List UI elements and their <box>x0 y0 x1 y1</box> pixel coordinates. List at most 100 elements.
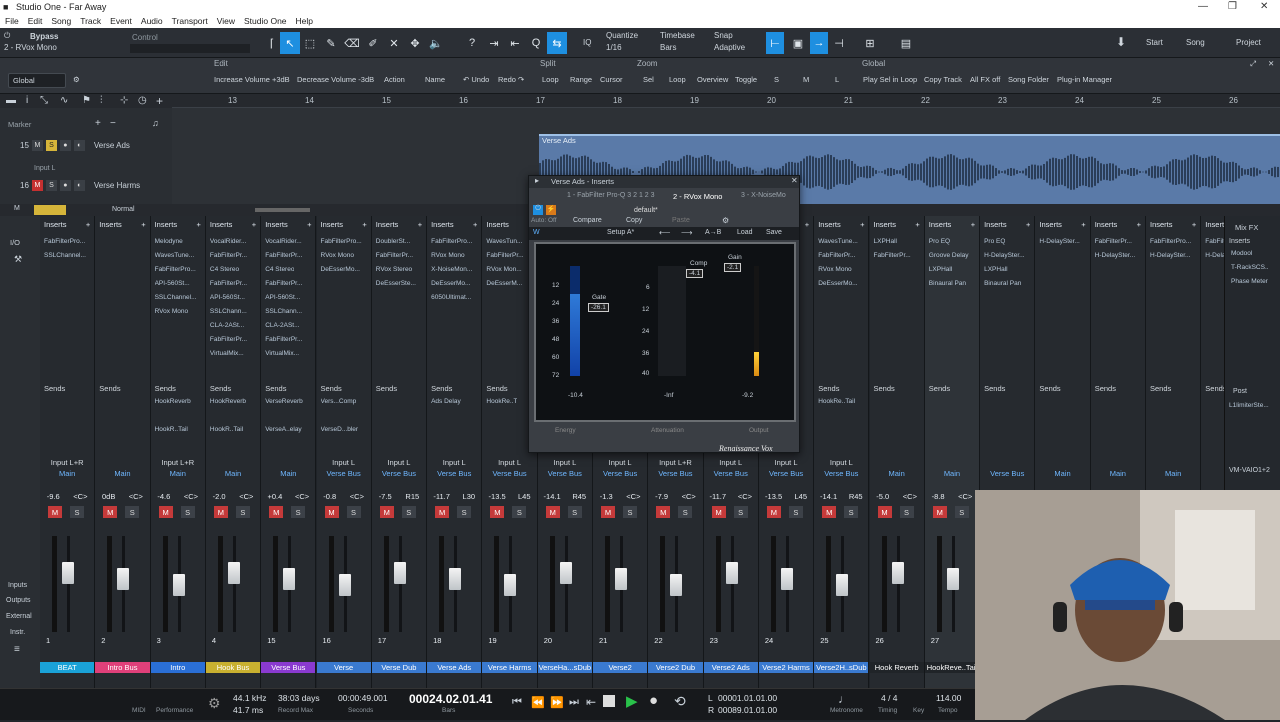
track-list-icon[interactable]: ▬ <box>6 95 16 106</box>
strip-header[interactable]: Inserts+ <box>427 220 481 229</box>
send-slot[interactable]: Ads Delay <box>431 398 461 405</box>
menu-help[interactable]: Help <box>296 16 313 26</box>
volume-fader[interactable] <box>339 574 351 596</box>
output-route[interactable]: Verse Bus <box>759 469 813 478</box>
send-slot[interactable]: VerseReverb <box>265 398 303 405</box>
volume-readout[interactable]: -7.5 <box>379 492 392 501</box>
record-button[interactable]: ● <box>60 180 71 191</box>
volume-fader[interactable] <box>560 562 572 584</box>
clock-icon[interactable]: ◷ <box>138 95 147 106</box>
comp-value[interactable]: -4.1 <box>686 269 703 278</box>
strip-header[interactable]: Inserts+ <box>925 220 979 229</box>
output-route[interactable]: Main <box>1146 469 1200 478</box>
menu-view[interactable]: View <box>217 16 235 26</box>
listen-tool-icon[interactable]: 🔈 <box>426 32 446 54</box>
insert-slot[interactable]: API-560St... <box>265 294 300 301</box>
solo-button[interactable]: S <box>70 506 84 518</box>
insert-slot[interactable]: H-DelaySter... <box>1150 252 1190 259</box>
sends-label[interactable]: Sends <box>818 384 839 393</box>
channel-name[interactable]: Verse Ads <box>427 662 481 673</box>
send-slot[interactable]: HookRe..Tail <box>818 398 855 405</box>
mute-button[interactable]: M <box>32 140 43 151</box>
volume-fader[interactable] <box>726 562 738 584</box>
strip-header[interactable]: Inserts+ <box>206 220 260 229</box>
pan-readout[interactable]: <C> <box>184 492 198 501</box>
insert-slot[interactable]: VocalRider... <box>210 238 247 245</box>
load-button[interactable]: Load <box>737 229 753 236</box>
quantize-value[interactable]: 1/16 <box>606 43 622 52</box>
split-loop-button[interactable]: Loop <box>542 75 559 84</box>
undo-button[interactable]: ↶ Undo <box>463 75 489 84</box>
sends-label[interactable]: Sends <box>44 384 65 393</box>
menu-icon[interactable]: ≡ <box>14 644 20 655</box>
channel-name[interactable]: Hook Bus <box>206 662 260 673</box>
solo-button[interactable]: S <box>291 506 305 518</box>
insert-slot[interactable]: Pro EQ <box>984 238 1005 245</box>
plugin-arrow-icon[interactable]: ▸ <box>535 176 539 185</box>
channel-name[interactable]: VerseHa...sDub <box>538 662 592 673</box>
insert-slot[interactable]: FabFilterPro... <box>431 238 472 245</box>
insert-slot[interactable]: CLA-2ASt... <box>265 322 299 329</box>
plugin-manager-button[interactable]: Plug-in Manager <box>1057 75 1112 84</box>
time-signature[interactable]: 4 / 4 <box>881 693 898 703</box>
add-insert-icon[interactable]: + <box>971 220 975 229</box>
automation-toggle-icon[interactable]: ⚡ <box>546 205 556 215</box>
bypass-label[interactable]: Bypass <box>30 32 58 41</box>
input-route[interactable]: Input L+R <box>648 458 702 467</box>
input-route[interactable]: Input L <box>482 458 536 467</box>
menu-studio-one[interactable]: Studio One <box>244 16 287 26</box>
volume-readout[interactable]: -13.5 <box>765 492 782 501</box>
insert-slot[interactable]: FabFilterPr... <box>874 252 911 259</box>
send-slot[interactable]: HookReverb <box>155 398 191 405</box>
master-output[interactable]: VM-VAIO1+2 <box>1229 467 1270 474</box>
strip-header[interactable]: Inserts+ <box>372 220 426 229</box>
play-sel-loop-button[interactable]: Play Sel in Loop <box>863 75 917 84</box>
next-arrow-icon[interactable]: ⟶ <box>681 228 692 237</box>
insert-slot[interactable]: SSLChannel... <box>44 252 86 259</box>
volume-readout[interactable]: -0.8 <box>323 492 336 501</box>
sends-label[interactable]: Sends <box>321 384 342 393</box>
save-button[interactable]: Save <box>766 229 782 236</box>
send-slot[interactable]: HookRe..T <box>486 398 517 405</box>
split-cursor-button[interactable]: Cursor <box>600 75 623 84</box>
insert-slot[interactable]: Groove Delay <box>929 252 969 259</box>
send-slot[interactable]: VerseD...bler <box>321 426 359 433</box>
tempo-value[interactable]: 114.00 <box>936 693 961 703</box>
solo-button[interactable]: S <box>347 506 361 518</box>
add-insert-icon[interactable]: + <box>1081 220 1085 229</box>
add-insert-icon[interactable]: + <box>860 220 864 229</box>
volume-fader[interactable] <box>892 562 904 584</box>
solo-button[interactable]: S <box>181 506 195 518</box>
output-route[interactable]: Verse Bus <box>538 469 592 478</box>
strip-header[interactable]: Inserts+ <box>1091 220 1145 229</box>
insert-slot[interactable]: RVox Stereo <box>376 266 412 273</box>
split-tool-icon[interactable]: ✎ <box>321 32 341 54</box>
strip-header[interactable]: Inserts+ <box>1146 220 1200 229</box>
add-insert-icon[interactable]: + <box>197 220 201 229</box>
pan-readout[interactable]: <C> <box>738 492 752 501</box>
external-tab[interactable]: External <box>6 613 32 620</box>
insert-slot[interactable]: FabFilterPr... <box>265 252 302 259</box>
channel-name[interactable]: Verse <box>317 662 371 673</box>
solo-button[interactable]: S <box>568 506 582 518</box>
channel-name[interactable]: Verse2H..sDub <box>814 662 868 673</box>
insert-slot[interactable]: 6050Ultimat... <box>431 294 471 301</box>
output-route[interactable]: Verse Bus <box>372 469 426 478</box>
settings-icon[interactable]: ⚙ <box>208 695 221 712</box>
solo-button[interactable]: S <box>955 506 969 518</box>
pan-readout[interactable]: R15 <box>405 492 419 501</box>
zoom-toggle-button[interactable]: Toggle <box>735 75 757 84</box>
insert-slot[interactable]: RVox Mono <box>321 252 354 259</box>
insert-slot[interactable]: H-DelaySter... <box>1039 238 1079 245</box>
channel-name[interactable]: Intro <box>151 662 205 673</box>
sends-label[interactable]: Sends <box>155 384 176 393</box>
loop-start-icon[interactable]: ⇤ <box>586 695 596 709</box>
bypass-icon[interactable]: ⏻ <box>4 31 10 41</box>
lock-icon[interactable]: ▤ <box>896 32 916 54</box>
channel-name[interactable]: Verse Bus <box>261 662 315 673</box>
zoom-m-button[interactable]: M <box>803 75 809 84</box>
channel-name[interactable]: Intro Bus <box>95 662 149 673</box>
inserts-label[interactable]: Inserts <box>984 220 1007 229</box>
mute-button[interactable]: M <box>933 506 947 518</box>
project-page-button[interactable]: Project <box>1236 38 1261 47</box>
